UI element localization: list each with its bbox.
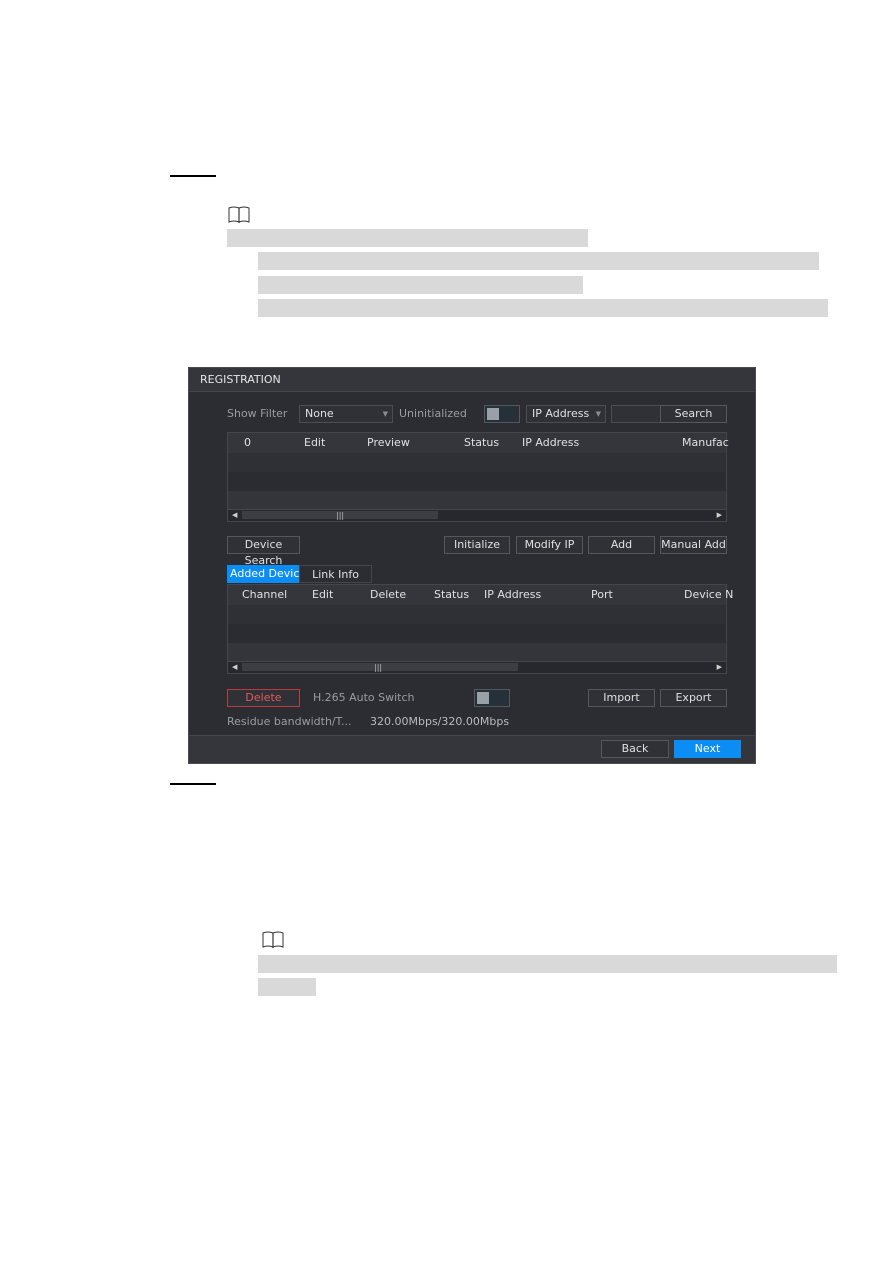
column-header[interactable]: Status — [464, 433, 499, 453]
column-header[interactable]: Port — [591, 585, 613, 605]
toggle-knob — [487, 408, 499, 420]
redacted-text — [227, 229, 588, 247]
export-button[interactable]: Export — [660, 689, 727, 707]
h265-auto-switch-label: H.265 Auto Switch — [313, 691, 415, 704]
show-filter-select[interactable]: None ▼ — [299, 405, 393, 423]
column-header[interactable]: 0 — [244, 433, 251, 453]
column-header[interactable]: Edit — [312, 585, 333, 605]
show-filter-value: None — [305, 407, 334, 420]
grip-icon: ||| — [374, 663, 383, 672]
table-header: 0 Edit Preview Status IP Address Manufac — [228, 433, 729, 453]
bandwidth-label: Residue bandwidth/T... — [227, 715, 352, 728]
column-header[interactable]: Edit — [304, 433, 325, 453]
column-header[interactable]: IP Address — [522, 433, 579, 453]
scroll-left-icon[interactable]: ◀ — [232, 510, 237, 520]
initialize-button[interactable]: Initialize — [444, 536, 510, 554]
column-header[interactable]: Channel — [242, 585, 287, 605]
h265-auto-switch-toggle[interactable] — [474, 689, 510, 707]
table-row — [228, 453, 726, 472]
grip-icon: ||| — [336, 511, 345, 520]
table-row — [228, 491, 726, 510]
added-devices-table: Channel Edit Delete Status IP Address Po… — [227, 584, 733, 674]
uninitialized-label: Uninitialized — [399, 407, 467, 420]
registration-dialog: REGISTRATION Show Filter None ▼ Uninitia… — [188, 367, 756, 764]
scroll-right-icon[interactable]: ▶ — [717, 510, 722, 520]
horizontal-scrollbar[interactable]: ◀ ||| ▶ — [228, 661, 726, 673]
manual-add-button[interactable]: Manual Add — [660, 536, 727, 554]
chevron-down-icon: ▼ — [595, 410, 601, 418]
redacted-text — [258, 276, 583, 294]
add-button[interactable]: Add — [588, 536, 655, 554]
column-header[interactable]: Device N — [684, 585, 733, 605]
table-row — [228, 624, 726, 643]
tab-link-info[interactable]: Link Info — [299, 565, 372, 583]
redacted-text — [258, 955, 837, 973]
search-results-table: 0 Edit Preview Status IP Address Manufac… — [227, 432, 729, 522]
table-header: Channel Edit Delete Status IP Address Po… — [228, 585, 733, 605]
step-marker — [170, 783, 216, 785]
import-button[interactable]: Import — [588, 689, 655, 707]
table-row — [228, 643, 726, 662]
tab-added-device[interactable]: Added Device — [227, 565, 310, 583]
note-book-icon — [262, 931, 284, 948]
toggle-knob — [477, 692, 489, 704]
device-search-button[interactable]: Device Search — [227, 536, 300, 567]
column-header[interactable]: IP Address — [484, 585, 541, 605]
redacted-text — [258, 252, 819, 270]
modify-ip-button[interactable]: Modify IP — [516, 536, 583, 554]
table-row — [228, 472, 726, 491]
chevron-down-icon: ▼ — [382, 410, 388, 418]
redacted-text — [258, 299, 828, 317]
column-header[interactable]: Status — [434, 585, 469, 605]
column-header[interactable]: Delete — [370, 585, 406, 605]
bandwidth-value: 320.00Mbps/320.00Mbps — [370, 715, 510, 728]
delete-button[interactable]: Delete — [227, 689, 300, 707]
back-button[interactable]: Back — [601, 740, 669, 758]
column-header[interactable]: Preview — [367, 433, 410, 453]
horizontal-scrollbar[interactable]: ◀ ||| ▶ — [228, 509, 726, 521]
table-row — [228, 605, 726, 624]
uninitialized-toggle[interactable] — [484, 405, 520, 423]
search-button[interactable]: Search — [660, 405, 727, 423]
scroll-left-icon[interactable]: ◀ — [232, 662, 237, 672]
next-button[interactable]: Next — [674, 740, 741, 758]
dialog-title: REGISTRATION — [189, 368, 755, 392]
show-filter-label: Show Filter — [227, 407, 288, 420]
search-type-select[interactable]: IP Address ▼ — [526, 405, 606, 423]
dialog-footer: Back Next — [189, 735, 755, 763]
search-type-value: IP Address — [532, 407, 590, 420]
note-book-icon — [228, 206, 250, 223]
search-input[interactable] — [611, 405, 663, 423]
column-header[interactable]: Manufac — [682, 433, 729, 453]
redacted-text — [258, 978, 316, 996]
step-marker — [170, 175, 216, 177]
scroll-right-icon[interactable]: ▶ — [717, 662, 722, 672]
